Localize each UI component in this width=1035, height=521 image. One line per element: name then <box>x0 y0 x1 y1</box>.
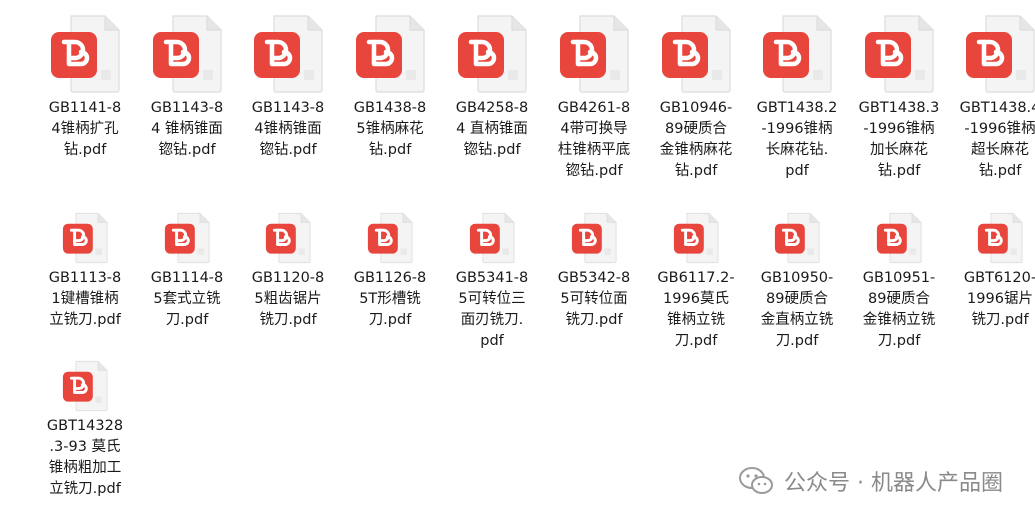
file-item[interactable]: GB10946- 89硬质合 金锥柄麻花 钻.pdf <box>645 14 747 182</box>
file-grid: GB1141-8 4锥柄扩孔 钻.pdf GB1143-8 4 锥柄锥面 锪钻.p… <box>0 0 1035 521</box>
pdf-icon <box>354 14 426 94</box>
file-item[interactable]: GBT1438.3 -1996锥柄 加长麻花 钻.pdf <box>848 14 950 182</box>
pdf-icon <box>468 212 516 264</box>
pdf-icon <box>151 14 223 94</box>
file-item[interactable]: GB1113-8 1键槽锥柄 立铣刀.pdf <box>34 212 136 331</box>
file-item[interactable]: GB1438-8 5锥柄麻花 钻.pdf <box>339 14 441 161</box>
file-item[interactable]: GB10951- 89硬质合 金锥柄立铣 刀.pdf <box>848 212 950 352</box>
file-item[interactable]: GB4261-8 4带可换导 柱锥柄平底 锪钻.pdf <box>543 14 645 182</box>
pdf-file-icon <box>865 15 934 93</box>
pdf-icon <box>252 14 324 94</box>
file-name-label: GB1438-8 5锥柄麻花 钻.pdf <box>353 100 427 158</box>
pdf-icon <box>558 14 630 94</box>
pdf-file-icon <box>662 15 731 93</box>
pdf-file-icon <box>164 212 210 264</box>
pdf-file-icon <box>356 15 425 93</box>
pdf-icon <box>366 212 414 264</box>
file-item[interactable]: GB10950- 89硬质合 金直柄立铣 刀.pdf <box>746 212 848 352</box>
pdf-icon <box>773 212 821 264</box>
file-name-label: GB1114-8 5套式立铣 刀.pdf <box>150 270 224 328</box>
watermark: 公众号 · 机器人产品圈 <box>738 465 1003 497</box>
file-name-label: GBT1438.2 -1996锥柄 长麻花钻. pdf <box>756 100 838 179</box>
pdf-icon <box>964 14 1035 94</box>
pdf-icon <box>61 212 109 264</box>
file-name-label: GBT1438.4 -1996锥柄 超长麻花 钻.pdf <box>959 100 1035 179</box>
pdf-file-icon <box>469 212 515 264</box>
file-name-label: GB1143-8 4 锥柄锥面 锪钻.pdf <box>150 100 224 158</box>
pdf-file-icon <box>254 15 323 93</box>
pdf-icon <box>761 14 833 94</box>
file-name-label: GB1113-8 1键槽锥柄 立铣刀.pdf <box>48 270 122 328</box>
pdf-file-icon <box>458 15 527 93</box>
pdf-file-icon <box>774 212 820 264</box>
file-item[interactable]: GB6117.2- 1996莫氏 锥柄立铣 刀.pdf <box>645 212 747 352</box>
pdf-file-icon <box>876 212 922 264</box>
pdf-file-icon <box>367 212 413 264</box>
pdf-file-icon <box>966 15 1035 93</box>
pdf-icon <box>672 212 720 264</box>
file-item[interactable]: GB1114-8 5套式立铣 刀.pdf <box>136 212 238 331</box>
file-name-label: GB5341-8 5可转位三 面刃铣刀. pdf <box>455 270 529 349</box>
file-item[interactable]: GB4258-8 4 直柄锥面 锪钻.pdf <box>441 14 543 161</box>
pdf-file-icon <box>571 212 617 264</box>
pdf-file-icon <box>560 15 629 93</box>
pdf-icon <box>61 360 109 412</box>
file-name-label: GB10950- 89硬质合 金直柄立铣 刀.pdf <box>760 270 834 349</box>
file-item[interactable]: GB5341-8 5可转位三 面刃铣刀. pdf <box>441 212 543 352</box>
pdf-file-icon <box>62 360 108 412</box>
file-item[interactable]: GB5342-8 5可转位面 铣刀.pdf <box>543 212 645 331</box>
pdf-icon <box>163 212 211 264</box>
file-name-label: GB1143-8 4锥柄锥面 锪钻.pdf <box>251 100 325 158</box>
pdf-file-icon <box>62 212 108 264</box>
file-name-label: GB5342-8 5可转位面 铣刀.pdf <box>557 270 631 328</box>
file-item[interactable]: GB1126-8 5T形槽铣 刀.pdf <box>339 212 441 331</box>
file-name-label: GBT1438.3 -1996锥柄 加长麻花 钻.pdf <box>858 100 940 179</box>
file-name-label: GBT6120- 1996锯片 铣刀.pdf <box>963 270 1035 328</box>
pdf-file-icon <box>265 212 311 264</box>
file-item[interactable]: GB1143-8 4 锥柄锥面 锪钻.pdf <box>136 14 238 161</box>
file-item[interactable]: GBT1438.2 -1996锥柄 长麻花钻. pdf <box>746 14 848 182</box>
file-item[interactable]: GB1120-8 5粗齿锯片 铣刀.pdf <box>237 212 339 331</box>
file-item[interactable]: GB1141-8 4锥柄扩孔 钻.pdf <box>34 14 136 161</box>
pdf-icon <box>976 212 1024 264</box>
file-name-label: GB1120-8 5粗齿锯片 铣刀.pdf <box>251 270 325 328</box>
pdf-file-icon <box>763 15 832 93</box>
pdf-file-icon <box>673 212 719 264</box>
pdf-icon <box>660 14 732 94</box>
pdf-icon <box>875 212 923 264</box>
pdf-icon <box>264 212 312 264</box>
pdf-icon <box>456 14 528 94</box>
file-name-label: GB4261-8 4带可换导 柱锥柄平底 锪钻.pdf <box>557 100 631 179</box>
file-item[interactable]: GBT6120- 1996锯片 铣刀.pdf <box>949 212 1035 331</box>
pdf-icon <box>570 212 618 264</box>
pdf-icon <box>49 14 121 94</box>
file-item[interactable]: GB1143-8 4锥柄锥面 锪钻.pdf <box>237 14 339 161</box>
file-name-label: GB4258-8 4 直柄锥面 锪钻.pdf <box>455 100 529 158</box>
pdf-file-icon <box>977 212 1023 264</box>
file-item[interactable]: GBT14328 .3-93 莫氏 锥柄粗加工 立铣刀.pdf <box>34 360 136 500</box>
pdf-file-icon <box>51 15 120 93</box>
pdf-icon <box>863 14 935 94</box>
file-name-label: GB6117.2- 1996莫氏 锥柄立铣 刀.pdf <box>657 270 735 349</box>
file-name-label: GB1126-8 5T形槽铣 刀.pdf <box>353 270 427 328</box>
pdf-file-icon <box>153 15 222 93</box>
file-item[interactable]: GBT1438.4 -1996锥柄 超长麻花 钻.pdf <box>949 14 1035 182</box>
file-name-label: GB10951- 89硬质合 金锥柄立铣 刀.pdf <box>862 270 936 349</box>
watermark-text: 公众号 · 机器人产品圈 <box>784 471 1003 496</box>
file-name-label: GB1141-8 4锥柄扩孔 钻.pdf <box>48 100 122 158</box>
wechat-icon <box>739 467 774 494</box>
file-name-label: GBT14328 .3-93 莫氏 锥柄粗加工 立铣刀.pdf <box>46 418 124 497</box>
file-name-label: GB10946- 89硬质合 金锥柄麻花 钻.pdf <box>659 100 733 179</box>
